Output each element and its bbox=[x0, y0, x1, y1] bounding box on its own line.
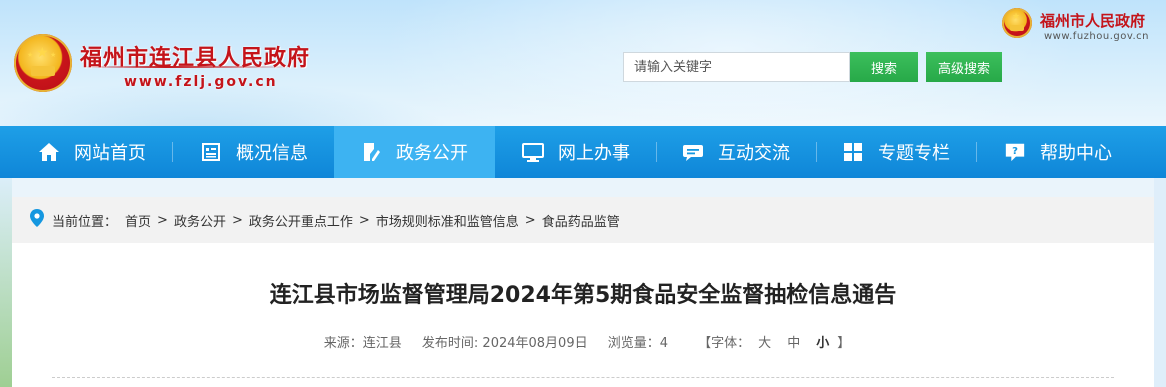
article-publish-time: 发布时间: 2024年08月09日 bbox=[421, 336, 588, 351]
nav-divider bbox=[816, 142, 817, 162]
document-icon bbox=[200, 141, 222, 163]
article-title: 连江县市场监督管理局2024年第5期食品安全监督抽检信息通告 bbox=[269, 283, 897, 308]
nav-divider bbox=[172, 142, 173, 162]
nav-help-center[interactable]: ? 帮助中心 bbox=[992, 126, 1152, 178]
nav-label: 互动交流 bbox=[718, 143, 790, 164]
nav-label: 专题专栏 bbox=[878, 143, 950, 164]
home-icon bbox=[38, 141, 60, 163]
breadcrumb-gov-affairs[interactable]: 政务公开 bbox=[174, 211, 226, 230]
nav-special-topics[interactable]: 专题专栏 bbox=[830, 126, 980, 178]
search-button[interactable]: 搜索 bbox=[850, 52, 918, 82]
main-nav: 网站首页 概况信息 政务公开 网上办事 互动交流 专题专栏 ? 帮助中心 bbox=[0, 126, 1166, 178]
location-pin-icon bbox=[30, 209, 44, 231]
main-content: 当前位置： 首页 > 政务公开 > 政务公开重点工作 > 市场规则标准和监管信息… bbox=[12, 197, 1154, 387]
font-size-small-button[interactable]: 小 bbox=[816, 336, 829, 351]
nav-label: 网上办事 bbox=[558, 143, 630, 164]
breadcrumb-home[interactable]: 首页 bbox=[125, 211, 151, 230]
font-size-medium-button[interactable]: 中 bbox=[787, 336, 800, 351]
breadcrumb-separator: > bbox=[231, 212, 243, 228]
breadcrumb-separator: > bbox=[358, 212, 370, 228]
nav-online-service[interactable]: 网上办事 bbox=[510, 126, 660, 178]
divider bbox=[52, 377, 1114, 378]
title-divider bbox=[82, 66, 292, 68]
breadcrumb: 当前位置： 首页 > 政务公开 > 政务公开重点工作 > 市场规则标准和监管信息… bbox=[12, 197, 1154, 243]
breadcrumb-separator: > bbox=[524, 212, 536, 228]
breadcrumb-food-drug[interactable]: 食品药品监管 bbox=[542, 211, 620, 230]
nav-label: 网站首页 bbox=[74, 143, 146, 164]
nav-label: 帮助中心 bbox=[1040, 143, 1112, 164]
font-size-close: 】 bbox=[837, 336, 851, 351]
nav-label: 概况信息 bbox=[236, 143, 308, 164]
nav-home[interactable]: 网站首页 bbox=[26, 126, 176, 178]
breadcrumb-separator: > bbox=[157, 212, 168, 228]
city-gov-link[interactable]: 福州市人民政府 bbox=[1040, 10, 1145, 31]
city-gov-url: www.fuzhou.gov.cn bbox=[1044, 31, 1149, 42]
nav-divider bbox=[656, 142, 657, 162]
grid-icon bbox=[842, 141, 864, 163]
monitor-icon bbox=[522, 141, 544, 163]
help-icon: ? bbox=[1004, 141, 1026, 163]
breadcrumb-market-rules[interactable]: 市场规则标准和监管信息 bbox=[376, 211, 519, 230]
svg-text:?: ? bbox=[1012, 146, 1018, 157]
city-emblem-logo[interactable]: ★ bbox=[1002, 8, 1032, 38]
background-decoration bbox=[1154, 178, 1166, 387]
file-edit-icon bbox=[360, 141, 382, 163]
article-meta: 来源：连江县 发布时间: 2024年08月09日 浏览量：4 【字体： 大 中 小】 bbox=[12, 332, 1154, 351]
article-views: 浏览量：4 bbox=[607, 336, 669, 351]
nav-gov-affairs[interactable]: 政务公开 bbox=[334, 126, 495, 178]
font-size-large-button[interactable]: 大 bbox=[758, 336, 771, 351]
background-decoration bbox=[0, 178, 12, 387]
advanced-search-button[interactable]: 高级搜索 bbox=[926, 52, 1002, 82]
nav-divider bbox=[976, 142, 977, 162]
search-input[interactable] bbox=[623, 52, 850, 82]
nav-label: 政务公开 bbox=[396, 143, 468, 164]
article-source: 来源：连江县 bbox=[323, 336, 402, 351]
nav-overview[interactable]: 概况信息 bbox=[188, 126, 338, 178]
breadcrumb-label: 当前位置： bbox=[52, 214, 118, 230]
font-size-label: 【字体： bbox=[698, 336, 751, 351]
nav-interaction[interactable]: 互动交流 bbox=[670, 126, 820, 178]
site-url: www.fzlj.gov.cn bbox=[124, 74, 278, 90]
breadcrumb-key-work[interactable]: 政务公开重点工作 bbox=[249, 211, 353, 230]
chat-icon bbox=[682, 141, 704, 163]
header: ★ ★ ★ 福州市连江县人民政府 www.fzlj.gov.cn ★ 福州市人民… bbox=[0, 0, 1166, 126]
national-emblem-logo: ★ ★ ★ bbox=[14, 34, 72, 92]
